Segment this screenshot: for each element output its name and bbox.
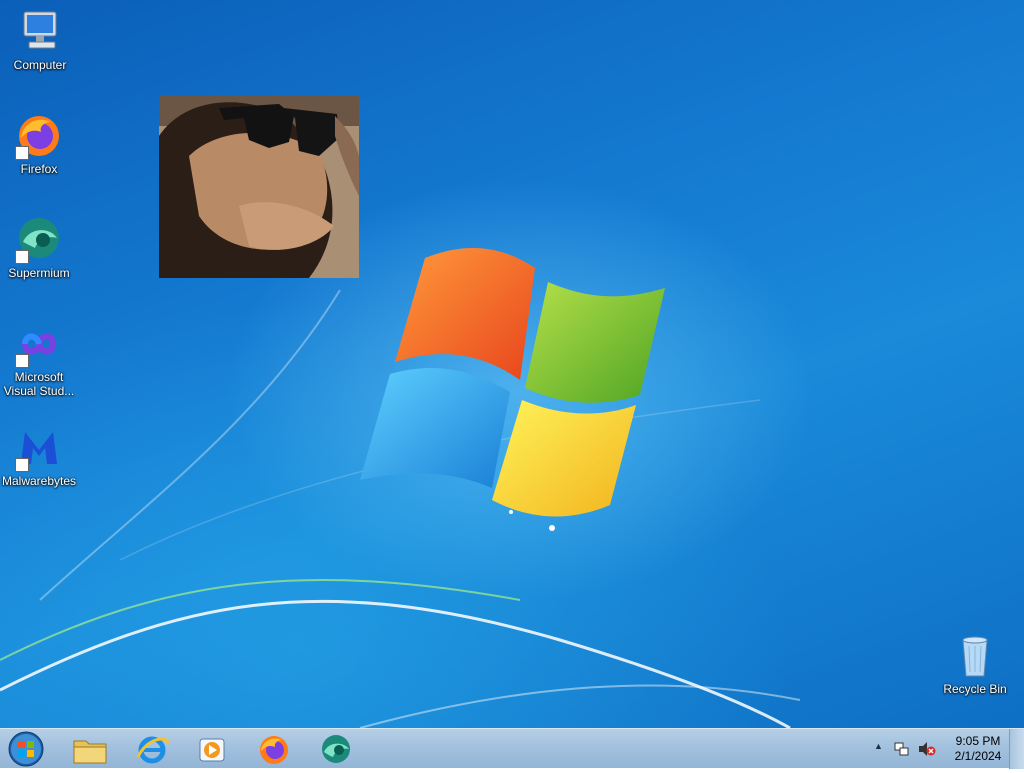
- taskbar-internet-explorer[interactable]: [126, 731, 178, 767]
- show-hidden-icons-icon[interactable]: ▲: [874, 741, 883, 751]
- supermium-icon: [15, 216, 63, 264]
- firefox-icon: [15, 112, 63, 160]
- desktop-icon-malwarebytes[interactable]: Malwarebytes: [0, 424, 79, 488]
- desktop-icon-recycle-bin[interactable]: Recycle Bin: [935, 632, 1015, 696]
- clock-date: 2/1/2024: [954, 749, 1002, 763]
- volume-muted-icon[interactable]: [918, 741, 936, 762]
- computer-icon: [16, 8, 64, 56]
- network-icon[interactable]: [894, 741, 910, 762]
- shortcut-arrow-icon: [15, 458, 29, 472]
- system-tray: ▲ 9:05 PM 2/1/2024: [864, 729, 1024, 769]
- desktop-icon-firefox[interactable]: Firefox: [0, 112, 79, 176]
- desktop-icon-label: Supermium: [8, 266, 70, 280]
- malwarebytes-icon: [15, 424, 63, 472]
- desktop-icon-visual-studio[interactable]: Microsoft Visual Stud...: [0, 320, 79, 398]
- desktop-icon-label: Microsoft Visual Stud...: [3, 370, 75, 398]
- desktop-icon-label: Firefox: [20, 162, 58, 176]
- media-player-icon: [199, 738, 225, 762]
- internet-explorer-icon: [136, 736, 170, 764]
- taskbar-supermium[interactable]: [310, 731, 362, 767]
- desktop-icon-computer[interactable]: Computer: [0, 8, 80, 72]
- clock[interactable]: 9:05 PM 2/1/2024: [946, 734, 1010, 764]
- shortcut-arrow-icon: [15, 250, 29, 264]
- taskbar-windows-explorer[interactable]: [64, 731, 116, 767]
- desktop-icon-supermium[interactable]: Supermium: [0, 216, 79, 280]
- visual-studio-icon: [15, 320, 63, 368]
- desktop-photo[interactable]: [159, 96, 359, 278]
- taskbar-firefox[interactable]: [248, 731, 300, 767]
- desktop-icon-label: Computer: [13, 58, 67, 72]
- wallpaper-logo: [0, 247, 801, 728]
- firefox-icon: [260, 736, 288, 764]
- supermium-icon: [322, 735, 350, 763]
- taskbar-windows-media-player[interactable]: [186, 731, 238, 767]
- start-button[interactable]: [6, 730, 46, 768]
- taskbar: ▲ 9:05 PM 2/1/2024: [0, 728, 1024, 769]
- folder-icon: [73, 740, 107, 764]
- desktop[interactable]: Computer Firefox Supermium Microsoft Vis…: [0, 0, 1024, 728]
- clock-time: 9:05 PM: [955, 734, 1001, 748]
- shortcut-arrow-icon: [15, 354, 29, 368]
- desktop-icon-label: Malwarebytes: [1, 474, 77, 488]
- desktop-icon-label: Recycle Bin: [943, 682, 1007, 696]
- recycle-bin-icon: [951, 632, 999, 680]
- show-desktop-button[interactable]: [1009, 729, 1024, 769]
- shortcut-arrow-icon: [15, 146, 29, 160]
